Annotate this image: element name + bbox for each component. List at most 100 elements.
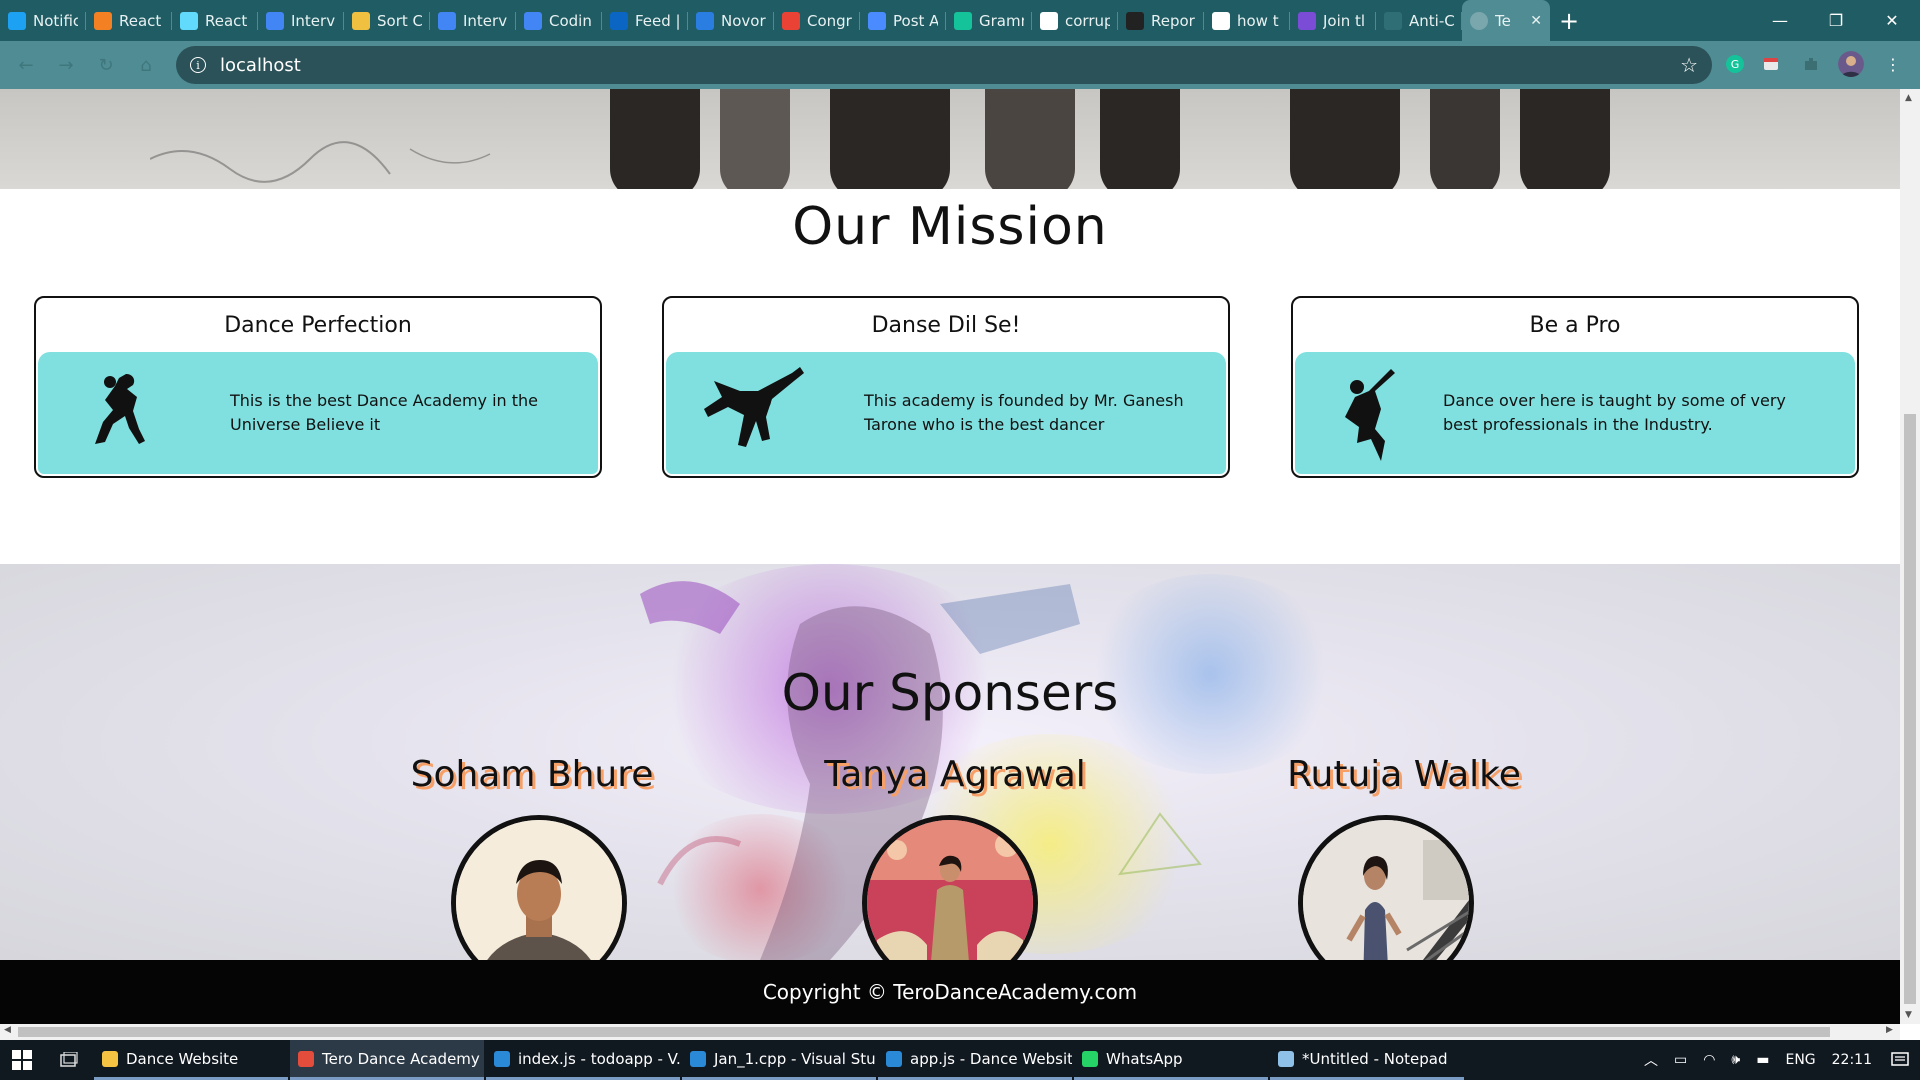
card-text: This is the best Dance Academy in the Un…: [230, 391, 539, 434]
browser-tab[interactable]: Sort C: [344, 0, 430, 41]
sponsor-name-3: Rutuja Walke: [1287, 754, 1521, 795]
google-icon: [1040, 11, 1058, 30]
browser-tab[interactable]: Anti-C: [1376, 0, 1462, 41]
browser-tab[interactable]: React: [86, 0, 172, 41]
card-title: Danse Dil Se!: [871, 312, 1021, 338]
browser-tab[interactable]: Codin: [516, 0, 602, 41]
tab-label: Te: [1495, 11, 1511, 30]
sponsor-name-1: Soham Bhure: [410, 754, 654, 795]
notepad-icon: [1278, 1050, 1294, 1067]
tab-label: Feed |: [635, 11, 680, 30]
page-viewport: Our Mission Dance Perfection This is the…: [0, 89, 1900, 1024]
browser-tab[interactable]: corrup: [1032, 0, 1118, 41]
browser-tab[interactable]: Congr: [774, 0, 860, 41]
github-icon: [1126, 11, 1144, 30]
wifi-icon[interactable]: ◠: [1695, 1052, 1723, 1068]
horizontal-scrollbar[interactable]: ◀ ▶: [0, 1024, 1900, 1040]
device-icon[interactable]: ▭: [1666, 1052, 1695, 1068]
taskbar-item-label: WhatsApp: [1106, 1049, 1183, 1068]
card-title: Dance Perfection: [224, 312, 412, 338]
taskbar-item[interactable]: Dance Website: [94, 1040, 288, 1080]
scroll-down-icon[interactable]: ▼: [1905, 1010, 1912, 1020]
linkedin-icon: [610, 11, 628, 30]
scrollbar-thumb[interactable]: [1904, 414, 1916, 1004]
url-text: localhost: [220, 54, 301, 76]
docs-icon: [524, 11, 542, 30]
taskbar-item[interactable]: index.js - todoapp - V...: [486, 1040, 680, 1080]
browser-tab[interactable]: Feed |: [602, 0, 688, 41]
browser-tab[interactable]: Notific: [0, 0, 86, 41]
windows-start-icon[interactable]: [0, 1040, 44, 1080]
taskbar-item[interactable]: *Untitled - Notepad: [1270, 1040, 1464, 1080]
back-icon[interactable]: ←: [6, 45, 46, 85]
tab-label: Notific: [33, 11, 78, 30]
forward-icon[interactable]: →: [46, 45, 86, 85]
info-icon[interactable]: i: [190, 57, 206, 73]
sponsors-title: Our Sponsers: [781, 664, 1119, 722]
scrollbar-thumb[interactable]: [18, 1027, 1830, 1037]
taskbar-item[interactable]: Tero Dance Academy ...: [290, 1040, 484, 1080]
home-icon[interactable]: ⌂: [126, 45, 166, 85]
mission-title: Our Mission: [792, 197, 1108, 257]
taskbar-item-label: index.js - todoapp - V...: [518, 1049, 680, 1068]
browser-tab[interactable]: Repor: [1118, 0, 1204, 41]
tab-label: corrup: [1065, 11, 1110, 30]
scroll-right-icon[interactable]: ▶: [1886, 1025, 1893, 1035]
browser-tab[interactable]: Join tl: [1290, 0, 1376, 41]
tab-strip: Notific React React Intervi Sort C Intervi Cod…: [0, 0, 1462, 41]
mission-card-2: Danse Dil Se! This academy is founded by…: [662, 296, 1230, 478]
reload-icon[interactable]: ↻: [86, 45, 126, 85]
taskbar-item-label: app.js - Dance Websit...: [910, 1049, 1072, 1068]
card-body: This is the best Dance Academy in the Un…: [38, 352, 598, 474]
browser-tab[interactable]: Intervi: [430, 0, 516, 41]
browser-tab[interactable]: Gramm: [946, 0, 1032, 41]
taskbar-item[interactable]: WhatsApp: [1074, 1040, 1268, 1080]
card-text: This academy is founded by Mr. Ganesh Ta…: [864, 391, 1184, 434]
tab-label: Sort C: [377, 11, 422, 30]
hero-image: [0, 89, 1900, 189]
minimize-icon[interactable]: —: [1752, 0, 1808, 41]
taskbar-item[interactable]: app.js - Dance Websit...: [878, 1040, 1072, 1080]
sponsor-name-2: Tanya Agrawal: [824, 754, 1086, 795]
puzzle-extension-icon[interactable]: [1798, 51, 1824, 77]
sponsors-section: Our Sponsers Soham Bhure Tanya Agrawal R…: [0, 564, 1900, 960]
card-title: Be a Pro: [1529, 312, 1621, 338]
vscode-icon: [886, 1050, 902, 1067]
browser-tab[interactable]: Post A: [860, 0, 946, 41]
restore-icon[interactable]: ❐: [1808, 0, 1864, 41]
vscode-icon: [494, 1050, 510, 1067]
battery-icon[interactable]: ▬: [1748, 1052, 1777, 1068]
windows-taskbar: Dance Website Tero Dance Academy ... index…: [0, 1040, 1920, 1080]
browser-tab[interactable]: Novor: [688, 0, 774, 41]
close-tab-icon[interactable]: ✕: [1530, 13, 1542, 29]
volume-icon[interactable]: 🕪: [1723, 1052, 1748, 1068]
scroll-up-icon[interactable]: ▲: [1905, 93, 1912, 103]
scroll-left-icon[interactable]: ◀: [4, 1025, 11, 1035]
google-icon: [1212, 11, 1230, 30]
svg-text:G: G: [1731, 58, 1740, 71]
bookmark-star-icon[interactable]: ☆: [1680, 53, 1698, 77]
url-input[interactable]: i localhost ☆: [176, 46, 1712, 84]
browser-tab[interactable]: Intervi: [258, 0, 344, 41]
task-view-icon[interactable]: [44, 1040, 94, 1080]
tab-label: Repor: [1151, 11, 1195, 30]
vertical-scrollbar[interactable]: ▲ ▼: [1900, 89, 1920, 1024]
new-tab-button[interactable]: +: [1550, 0, 1588, 41]
grammarly-extension-icon[interactable]: G: [1722, 51, 1748, 77]
language-indicator[interactable]: ENG: [1777, 1052, 1823, 1068]
clock[interactable]: 22:11: [1824, 1052, 1880, 1068]
folder-icon: [102, 1050, 118, 1067]
extension-icon[interactable]: [1758, 51, 1784, 77]
code-icon: [352, 11, 370, 30]
tab-label: Codin: [549, 11, 592, 30]
tab-active[interactable]: Te ✕: [1462, 0, 1550, 41]
browser-tab[interactable]: how t: [1204, 0, 1290, 41]
show-hidden-icons-icon[interactable]: ︿: [1636, 1050, 1666, 1070]
close-window-icon[interactable]: ✕: [1864, 0, 1920, 41]
profile-avatar[interactable]: [1838, 51, 1864, 77]
page-icon: [1384, 11, 1402, 30]
browser-tab[interactable]: React: [172, 0, 258, 41]
taskbar-item[interactable]: Jan_1.cpp - Visual Stu...: [682, 1040, 876, 1080]
notifications-icon[interactable]: [1880, 1040, 1920, 1080]
menu-icon[interactable]: ⋮: [1880, 51, 1906, 77]
